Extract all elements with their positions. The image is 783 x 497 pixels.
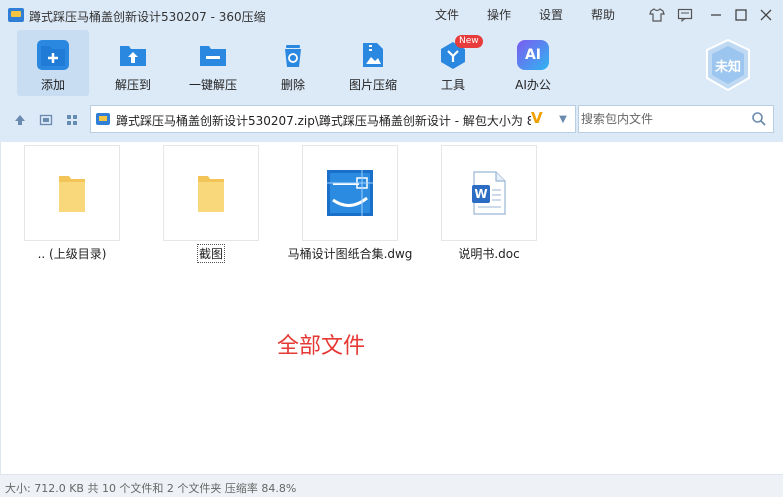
app-icon	[8, 8, 24, 22]
one-click-extract-icon	[197, 40, 229, 70]
ai-office-button[interactable]: AI AI办公	[497, 30, 569, 96]
menu-file[interactable]: 文件	[435, 6, 459, 23]
title-bar: 蹲式踩压马桶盖创新设计530207 - 360压缩 文件 操作 设置 帮助	[0, 0, 783, 30]
folder-icon	[198, 176, 224, 212]
delete-label: 删除	[280, 78, 305, 92]
view-caption: 全部文件	[277, 334, 366, 359]
maximize-icon[interactable]	[730, 4, 752, 26]
new-badge: New	[455, 35, 483, 48]
image-compress-label: 图片压缩	[348, 78, 397, 92]
ai-office-icon: AI	[517, 40, 549, 70]
extract-to-button[interactable]: 解压到	[97, 30, 169, 96]
folder-icon	[59, 176, 85, 212]
file-name: 说明书.doc	[458, 247, 520, 261]
verified-v-icon[interactable]: V	[531, 109, 543, 127]
status-text: 大小: 712.0 KB 共 10 个文件和 2 个文件夹 压缩率 84.8%	[5, 482, 297, 495]
image-compress-icon	[357, 40, 389, 70]
tools-icon: New	[437, 35, 483, 70]
thumbnail	[163, 145, 259, 241]
image-compress-button[interactable]: 图片压缩	[337, 30, 409, 96]
feedback-icon[interactable]	[674, 4, 696, 26]
file-name: 截图	[196, 244, 226, 263]
top-area: 蹲式踩压马桶盖创新设计530207 - 360压缩 文件 操作 设置 帮助 添加	[0, 0, 783, 142]
address-path: 蹲式踩压马桶盖创新设计530207.zip\蹲式踩压马桶盖创新设计 - 解包大小…	[116, 114, 531, 128]
thumbnail	[302, 145, 398, 241]
one-click-extract-button[interactable]: 一键解压	[177, 30, 249, 96]
menu-operate[interactable]: 操作	[487, 6, 511, 23]
status-bar: 大小: 712.0 KB 共 10 个文件和 2 个文件夹 压缩率 84.8%	[0, 474, 783, 497]
file-item-dwg[interactable]: 马桶设计图纸合集.dwg	[288, 145, 412, 262]
window-title: 蹲式踩压马桶盖创新设计530207 - 360压缩	[29, 10, 266, 24]
thumbnail-view-icon[interactable]	[38, 112, 54, 128]
word-icon-letter: W	[474, 187, 487, 201]
close-icon[interactable]	[755, 4, 777, 26]
add-button[interactable]: 添加	[17, 30, 89, 96]
extract-to-icon	[117, 40, 149, 70]
add-icon	[37, 40, 69, 70]
user-badge-label: 未知	[714, 59, 741, 75]
user-badge[interactable]: 未知	[704, 38, 752, 92]
skin-icon[interactable]	[646, 4, 668, 26]
menu-settings[interactable]: 设置	[539, 6, 563, 23]
one-click-extract-label: 一键解压	[188, 78, 237, 92]
search-box[interactable]	[578, 105, 774, 133]
minimize-icon[interactable]	[705, 4, 727, 26]
ai-office-label: AI办公	[515, 78, 551, 92]
menu-help[interactable]: 帮助	[591, 6, 615, 23]
extract-to-label: 解压到	[114, 78, 151, 92]
file-name: 马桶设计图纸合集.dwg	[287, 247, 413, 261]
file-item-screenshots[interactable]: 截图	[163, 145, 259, 263]
delete-button[interactable]: 删除	[257, 30, 329, 96]
up-arrow-icon[interactable]	[12, 112, 28, 128]
grid-view-icon[interactable]	[64, 112, 80, 128]
address-bar[interactable]: 蹲式踩压马桶盖创新设计530207.zip\蹲式踩压马桶盖创新设计 - 解包大小…	[90, 105, 576, 133]
ai-icon-text: AI	[524, 47, 542, 63]
word-doc-icon: W	[472, 171, 506, 215]
archive-icon	[96, 113, 110, 125]
tools-button[interactable]: New 工具	[417, 30, 489, 96]
thumbnail: W	[441, 145, 537, 241]
search-input[interactable]	[581, 109, 741, 129]
thumbnail	[24, 145, 120, 241]
search-icon[interactable]	[751, 111, 767, 127]
file-item-parent-dir[interactable]: .. (上级目录)	[24, 145, 120, 262]
file-name: .. (上级目录)	[37, 247, 107, 261]
file-item-doc[interactable]: W 说明书.doc	[441, 145, 537, 262]
file-list[interactable]: .. (上级目录) 截图 马桶设计图纸合集.dwg W 说明书.doc 全部文件	[0, 142, 783, 474]
chevron-down-icon[interactable]: ▼	[553, 110, 573, 128]
delete-icon	[277, 40, 309, 70]
tools-label: 工具	[440, 78, 465, 92]
scrollbar[interactable]	[776, 142, 783, 474]
dwg-file-icon	[327, 170, 373, 216]
add-label: 添加	[40, 78, 65, 92]
